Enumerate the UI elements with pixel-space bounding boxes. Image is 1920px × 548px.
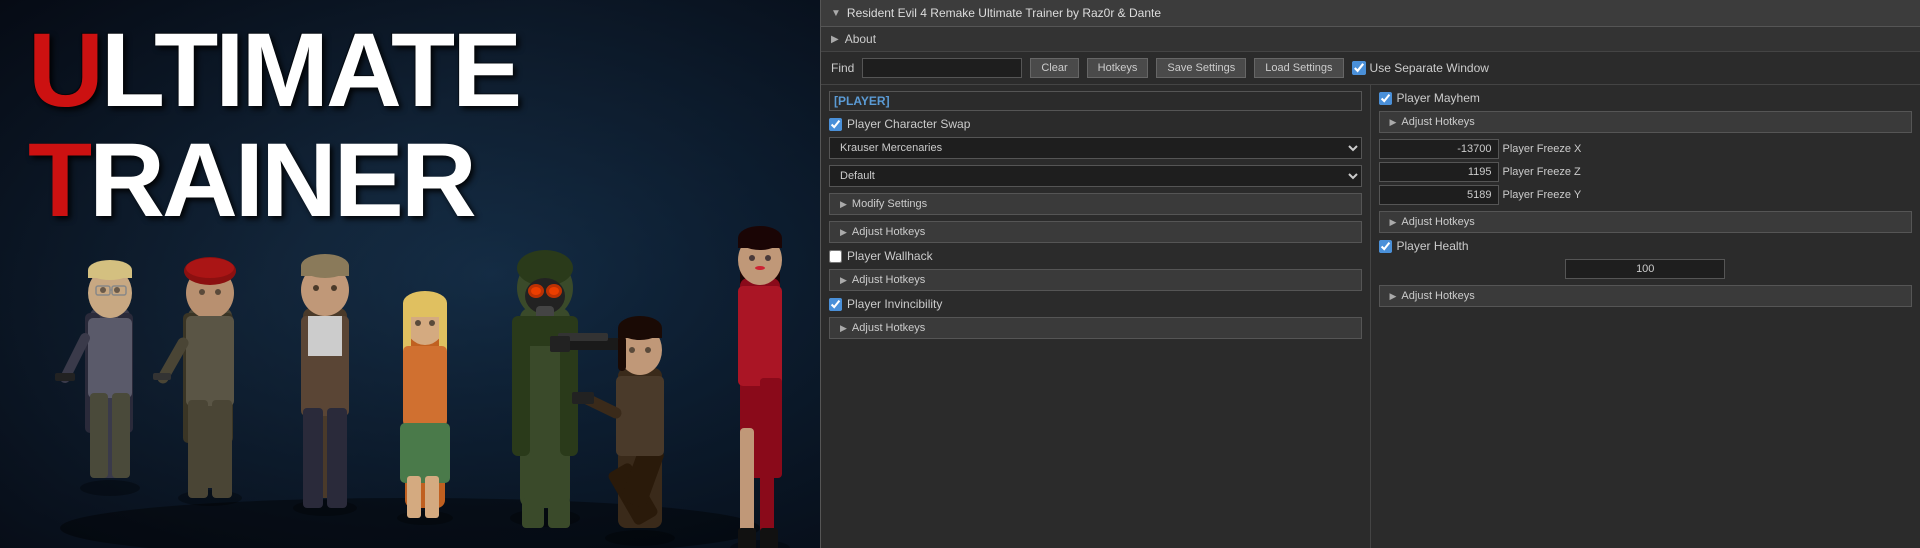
load-settings-button[interactable]: Load Settings — [1254, 58, 1343, 78]
freeze-y-input[interactable] — [1379, 185, 1499, 205]
main-content: [PLAYER] Player Character Swap Krauser M… — [821, 85, 1920, 548]
freeze-row-z: Player Freeze Z — [1379, 162, 1913, 182]
separate-window-label: Use Separate Window — [1370, 61, 1489, 75]
char-dropdown[interactable]: Krauser Mercenaries Leon Ashley Ada Krau… — [829, 137, 1362, 159]
hotkeys-button[interactable]: Hotkeys — [1087, 58, 1149, 78]
player-char-swap-checkbox[interactable]: Player Character Swap — [829, 117, 1362, 131]
health-value-input[interactable] — [1565, 259, 1725, 279]
title-arrow-icon: ▼ — [831, 8, 841, 19]
title-bar-text: Resident Evil 4 Remake Ultimate Trainer … — [847, 6, 1161, 20]
freeze-row-y: Player Freeze Y — [1379, 185, 1913, 205]
separate-window-checkbox-wrap[interactable]: Use Separate Window — [1352, 61, 1489, 75]
left-column: [PLAYER] Player Character Swap Krauser M… — [821, 85, 1371, 548]
characters-svg — [0, 28, 820, 548]
section-header: [PLAYER] — [829, 91, 1362, 111]
player-health-label: Player Health — [1397, 239, 1469, 253]
outfit-dropdown-row: Default Outfit 1 Outfit 2 — [829, 165, 1362, 187]
find-bar: Find Clear Hotkeys Save Settings Load Se… — [821, 52, 1920, 85]
player-health-checkbox[interactable]: Player Health — [1379, 239, 1913, 253]
adjust-hotkeys-1-label: Adjust Hotkeys — [852, 226, 925, 238]
about-label: About — [845, 32, 876, 46]
adjust-hotkeys-1-button[interactable]: ▶ Adjust Hotkeys — [829, 221, 1362, 243]
adjust-hotkeys-6-label: Adjust Hotkeys — [1401, 290, 1474, 302]
title-bar: ▼ Resident Evil 4 Remake Ultimate Traine… — [821, 0, 1920, 27]
adjust-hotkeys-3-arrow-icon: ▶ — [840, 323, 847, 334]
adjust-hotkeys-2-arrow-icon: ▶ — [840, 275, 847, 286]
player-wallhack-checkbox[interactable]: Player Wallhack — [829, 249, 1362, 263]
freeze-z-label: Player Freeze Z — [1503, 166, 1581, 178]
trainer-panel: ▼ Resident Evil 4 Remake Ultimate Traine… — [820, 0, 1920, 548]
adjust-hotkeys-5-label: Adjust Hotkeys — [1401, 216, 1474, 228]
adjust-hotkeys-3-button[interactable]: ▶ Adjust Hotkeys — [829, 317, 1362, 339]
adjust-hotkeys-1-arrow-icon: ▶ — [840, 227, 847, 238]
adjust-hotkeys-5-button[interactable]: ▶ Adjust Hotkeys — [1379, 211, 1913, 233]
adjust-hotkeys-2-button[interactable]: ▶ Adjust Hotkeys — [829, 269, 1362, 291]
player-invincibility-checkbox[interactable]: Player Invincibility — [829, 297, 1362, 311]
about-arrow-icon: ▶ — [831, 34, 839, 45]
adjust-hotkeys-5-arrow-icon: ▶ — [1390, 217, 1397, 228]
save-settings-button[interactable]: Save Settings — [1156, 58, 1246, 78]
player-health-input[interactable] — [1379, 240, 1392, 253]
char-dropdown-row: Krauser Mercenaries Leon Ashley Ada Krau… — [829, 137, 1362, 159]
player-wallhack-label: Player Wallhack — [847, 249, 933, 263]
player-char-swap-label: Player Character Swap — [847, 117, 970, 131]
about-bar[interactable]: ▶ About — [821, 27, 1920, 52]
freeze-y-label: Player Freeze Y — [1503, 189, 1582, 201]
freeze-row-x: Player Freeze X — [1379, 139, 1913, 159]
right-column: Player Mayhem ▶ Adjust Hotkeys Player Fr… — [1371, 85, 1920, 548]
player-wallhack-input[interactable] — [829, 250, 842, 263]
game-art-panel: ULTIMATE TRAINER — [0, 0, 820, 548]
clear-button[interactable]: Clear — [1030, 58, 1078, 78]
adjust-hotkeys-3-label: Adjust Hotkeys — [852, 322, 925, 334]
player-mayhem-checkbox[interactable]: Player Mayhem — [1379, 91, 1913, 105]
freeze-x-input[interactable] — [1379, 139, 1499, 159]
outfit-dropdown[interactable]: Default Outfit 1 Outfit 2 — [829, 165, 1362, 187]
freeze-z-input[interactable] — [1379, 162, 1499, 182]
adjust-hotkeys-6-arrow-icon: ▶ — [1390, 291, 1397, 302]
player-mayhem-input[interactable] — [1379, 92, 1392, 105]
modify-settings-arrow-icon: ▶ — [840, 199, 847, 210]
player-char-swap-input[interactable] — [829, 118, 842, 131]
find-label: Find — [831, 61, 854, 75]
player-mayhem-label: Player Mayhem — [1397, 91, 1480, 105]
adjust-hotkeys-2-label: Adjust Hotkeys — [852, 274, 925, 286]
modify-settings-button[interactable]: ▶ Modify Settings — [829, 193, 1362, 215]
separate-window-checkbox[interactable] — [1352, 61, 1366, 75]
adjust-hotkeys-4-label: Adjust Hotkeys — [1401, 116, 1474, 128]
modify-settings-label: Modify Settings — [852, 198, 927, 210]
find-input[interactable] — [862, 58, 1022, 78]
player-invincibility-input[interactable] — [829, 298, 842, 311]
freeze-x-label: Player Freeze X — [1503, 143, 1582, 155]
player-invincibility-label: Player Invincibility — [847, 297, 942, 311]
health-value-row — [1379, 259, 1913, 279]
freeze-grid: Player Freeze X Player Freeze Z Player F… — [1379, 139, 1913, 205]
adjust-hotkeys-4-button[interactable]: ▶ Adjust Hotkeys — [1379, 111, 1913, 133]
adjust-hotkeys-6-button[interactable]: ▶ Adjust Hotkeys — [1379, 285, 1913, 307]
adjust-hotkeys-4-arrow-icon: ▶ — [1390, 117, 1397, 128]
